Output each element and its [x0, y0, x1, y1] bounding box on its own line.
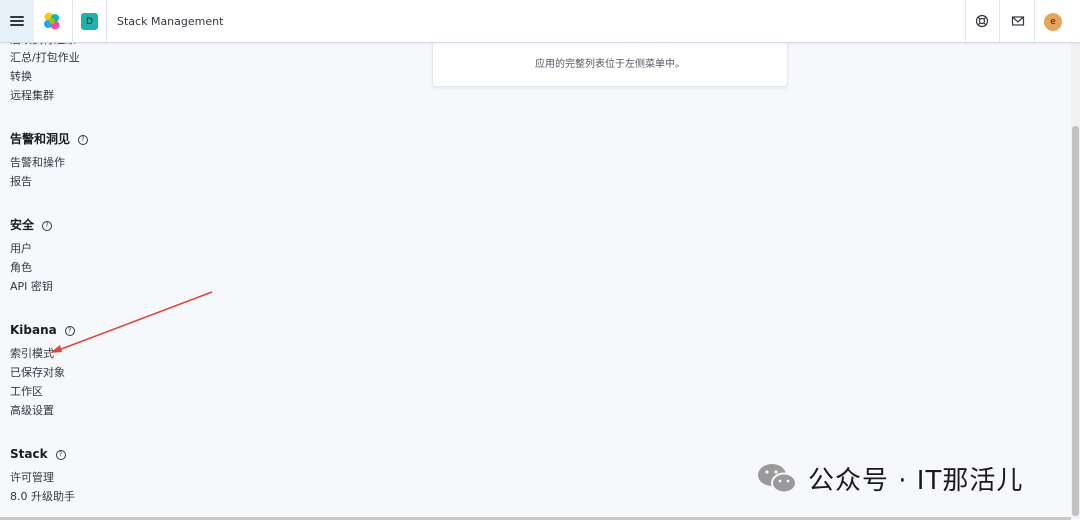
watermark: 公众号 · IT那活儿 [756, 460, 1023, 497]
wechat-icon [758, 463, 797, 493]
menu-toggle-button[interactable] [0, 0, 34, 42]
watermark-text: 公众号 · IT那活儿 [808, 466, 1024, 496]
help-icon[interactable] [975, 14, 989, 28]
menu-icon [10, 14, 24, 28]
header-divider [1034, 0, 1035, 42]
mail-icon[interactable] [1011, 14, 1025, 28]
header-divider [965, 0, 966, 42]
header-divider [72, 0, 73, 42]
user-avatar[interactable]: e [1044, 13, 1062, 31]
scrollbar-thumb[interactable] [1072, 126, 1079, 516]
header-divider [999, 0, 1000, 42]
space-selector-button[interactable]: D [81, 13, 98, 30]
top-header: D Stack Management e [0, 0, 1080, 43]
header-divider [106, 0, 107, 42]
elastic-logo[interactable] [42, 11, 62, 31]
page-title: Stack Management [117, 15, 224, 28]
annotation-arrow [50, 291, 213, 353]
